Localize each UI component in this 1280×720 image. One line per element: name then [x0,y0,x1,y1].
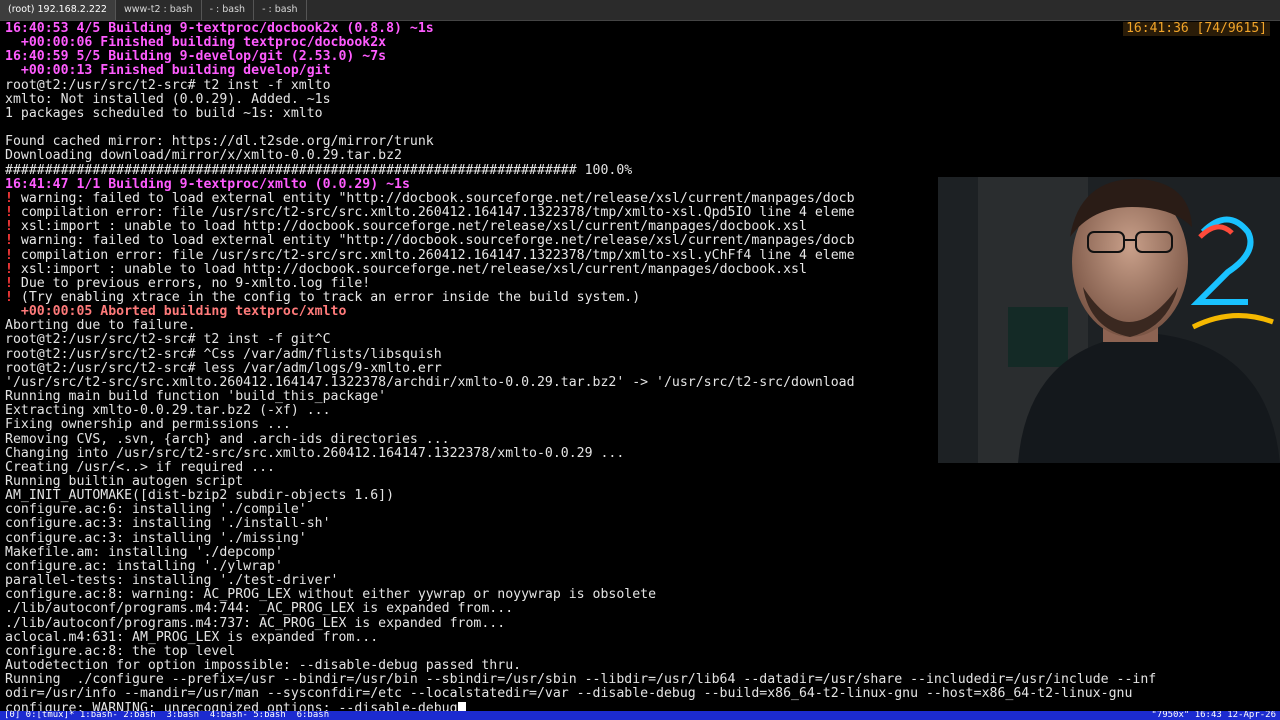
terminal-line: ! compilation error: file /usr/src/t2-sr… [5,206,938,220]
terminal-line-text: Creating /usr/<..> if required ... [5,460,275,475]
terminal-line-text: +00:00:06 Finished building textproc/doc… [5,36,387,51]
terminal-line-text: warning: failed to load external entity … [12,191,855,206]
exclamation-icon: ! [5,234,13,249]
terminal-line-text: 16:40:59 5/5 Building 9-develop/git (2.5… [5,50,387,65]
terminal-tab[interactable]: - : bash [202,0,255,20]
terminal-line: ! warning: failed to load external entit… [5,234,938,248]
tmux-host-time: "7950x" 16:43 12-Apr-26 [1151,711,1276,720]
terminal-line: 16:40:59 5/5 Building 9-develop/git (2.5… [5,50,1273,64]
terminal-line: ! compilation error: file /usr/src/t2-sr… [5,249,938,263]
terminal-line: 1 packages scheduled to build ~1s: xmlto [5,107,1273,121]
terminal-line: Downloading download/mirror/x/xmlto-0.0.… [5,149,1273,163]
exclamation-icon: ! [5,262,13,277]
terminal-line-text: Makefile.am: installing './depcomp' [5,545,283,560]
webcam-video [938,177,1280,463]
terminal-line-text: configure.ac:8: warning: AC_PROG_LEX wit… [5,588,657,603]
terminal-line-text: +00:00:05 Aborted building textproc/xmlt… [5,305,347,320]
terminal-line: ! xsl:import : unable to load http://doc… [5,220,938,234]
terminal-line-text: configure.ac: installing './ylwrap' [5,559,283,574]
terminal-line-text: Due to previous errors, no 9-xmlto.log f… [12,276,371,291]
terminal-line-text: compilation error: file /usr/src/t2-src/… [12,206,855,221]
terminal-line: parallel-tests: installing './test-drive… [5,574,1273,588]
terminal-line-text: ########################################… [5,163,633,178]
tmux-window-list[interactable]: [0] 0:[tmux]* 1:bash- 2:bash 3:bash 4:ba… [4,711,329,720]
terminal-line-text: configure.ac:8: the top level [5,644,236,659]
exclamation-icon: ! [5,248,13,263]
terminal-line-text: Fixing ownership and permissions ... [5,418,291,433]
terminal-line-text: xsl:import : unable to load http://docbo… [12,262,807,277]
terminal-line-text: Removing CVS, .svn, {arch} and .arch-ids… [5,432,450,447]
terminal-line-text: xmlto: Not installed (0.0.29). Added. ~1… [5,92,331,107]
terminal-line: +00:00:13 Finished building develop/git [5,64,1273,78]
terminal-line-text: 16:41:47 1/1 Building 9-textproc/xmlto (… [5,177,410,192]
terminal-line-text: Changing into /usr/src/t2-src/src.xmlto.… [5,446,625,461]
terminal-line: ! warning: failed to load external entit… [5,192,938,206]
terminal-line: Running builtin autogen script [5,475,1273,489]
terminal-line: configure.ac:3: installing './install-sh… [5,517,1273,531]
terminal-tab[interactable]: (root) 192.168.2.222 [0,0,116,20]
terminal-line-text: Running main build function 'build_this_… [5,390,387,405]
terminal-line-text: root@t2:/usr/src/t2-src# t2 inst -f xmlt… [5,78,331,93]
terminal-line-text: aclocal.m4:631: AM_PROG_LEX is expanded … [5,630,379,645]
terminal-tab[interactable]: - : bash [254,0,307,20]
exclamation-icon: ! [5,290,13,305]
terminal-line-text: Autodetection for option impossible: --d… [5,659,522,674]
terminal-line: 16:40:53 4/5 Building 9-textproc/docbook… [5,22,1273,36]
exclamation-icon: ! [5,276,13,291]
terminal-line-text: root@t2:/usr/src/t2-src# t2 inst -f git^… [5,333,331,348]
terminal-line: ########################################… [5,164,1273,178]
exclamation-icon: ! [5,206,13,221]
terminal-line-text: root@t2:/usr/src/t2-src# less /var/adm/l… [5,361,442,376]
terminal-line-text: root@t2:/usr/src/t2-src# ^Css /var/adm/f… [5,347,442,362]
terminal-line-text: ./lib/autoconf/programs.m4:744: _AC_PROG… [5,602,514,617]
terminal-line-text: Running builtin autogen script [5,475,244,489]
terminal-line-text: 16:40:53 4/5 Building 9-textproc/docbook… [5,22,434,36]
terminal-line-text: parallel-tests: installing './test-drive… [5,574,339,589]
tmux-status-bar: [0] 0:[tmux]* 1:bash- 2:bash 3:bash 4:ba… [0,711,1280,720]
exclamation-icon: ! [5,191,13,206]
terminal-line: Found cached mirror: https://dl.t2sde.or… [5,135,1273,149]
terminal-line: aclocal.m4:631: AM_PROG_LEX is expanded … [5,631,1273,645]
terminal-line: root@t2:/usr/src/t2-src# t2 inst -f xmlt… [5,79,1273,93]
terminal-line-text: (Try enabling xtrace in the config to tr… [12,290,641,305]
terminal-line-text: 1 packages scheduled to build ~1s: xmlto [5,106,323,121]
terminal-line-text: xsl:import : unable to load http://docbo… [12,220,807,235]
terminal-line-text: Aborting due to failure. [5,319,196,334]
terminal-line-text: '/usr/src/t2-src/src.xmlto.260412.164147… [5,375,855,390]
terminal-line: xmlto: Not installed (0.0.29). Added. ~1… [5,93,1273,107]
terminal-line: configure.ac:8: warning: AC_PROG_LEX wit… [5,588,1273,602]
terminal-tab[interactable]: www-t2 : bash [116,0,202,20]
terminal-line-text: configure.ac:6: installing './compile' [5,503,307,518]
terminal-line-text: Extracting xmlto-0.0.29.tar.bz2 (-xf) ..… [5,404,331,419]
tab-bar: (root) 192.168.2.222 www-t2 : bash - : bas… [0,0,1280,21]
terminal-line: ./lib/autoconf/programs.m4:744: _AC_PROG… [5,602,1273,616]
terminal-line: configure.ac:6: installing './compile' [5,503,1273,517]
webcam-overlay [938,177,1280,463]
terminal-line: configure.ac:8: the top level [5,645,1273,659]
terminal-line: AM_INIT_AUTOMAKE([dist-bzip2 subdir-obje… [5,489,1273,503]
terminal-line-text: Found cached mirror: https://dl.t2sde.or… [5,135,434,150]
terminal-line-text: compilation error: file /usr/src/t2-src/… [12,248,855,263]
terminal-line-text: configure.ac:3: installing './install-sh… [5,517,331,532]
terminal-line: '/usr/src/t2-src/src.xmlto.260412.164147… [5,376,938,390]
terminal-line: configure.ac: installing './ylwrap' [5,560,1273,574]
terminal-line: Makefile.am: installing './depcomp' [5,546,1273,560]
terminal-line: ! xsl:import : unable to load http://doc… [5,263,938,277]
terminal-line: ./lib/autoconf/programs.m4:737: AC_PROG_… [5,617,1273,631]
terminal-line: +00:00:06 Finished building textproc/doc… [5,36,1273,50]
terminal-line-text: Running ./configure --prefix=/usr --bind… [5,673,1157,688]
terminal-line: Running ./configure --prefix=/usr --bind… [5,673,1273,687]
terminal-line: configure.ac:3: installing './missing' [5,532,1273,546]
terminal-line: odir=/usr/info --mandir=/usr/man --sysco… [5,687,1273,701]
terminal-line-text: odir=/usr/info --mandir=/usr/man --sysco… [5,687,1133,702]
terminal-line-text: Downloading download/mirror/x/xmlto-0.0.… [5,149,402,164]
exclamation-icon: ! [5,220,13,235]
terminal-line-text: configure.ac:3: installing './missing' [5,531,307,546]
terminal-line-text: +00:00:13 Finished building develop/git [5,64,331,79]
terminal-line: Autodetection for option impossible: --d… [5,659,1273,673]
terminal-line-text: AM_INIT_AUTOMAKE([dist-bzip2 subdir-obje… [5,489,395,504]
terminal-line-text: warning: failed to load external entity … [12,234,855,249]
terminal-line-text: ./lib/autoconf/programs.m4:737: AC_PROG_… [5,616,506,631]
